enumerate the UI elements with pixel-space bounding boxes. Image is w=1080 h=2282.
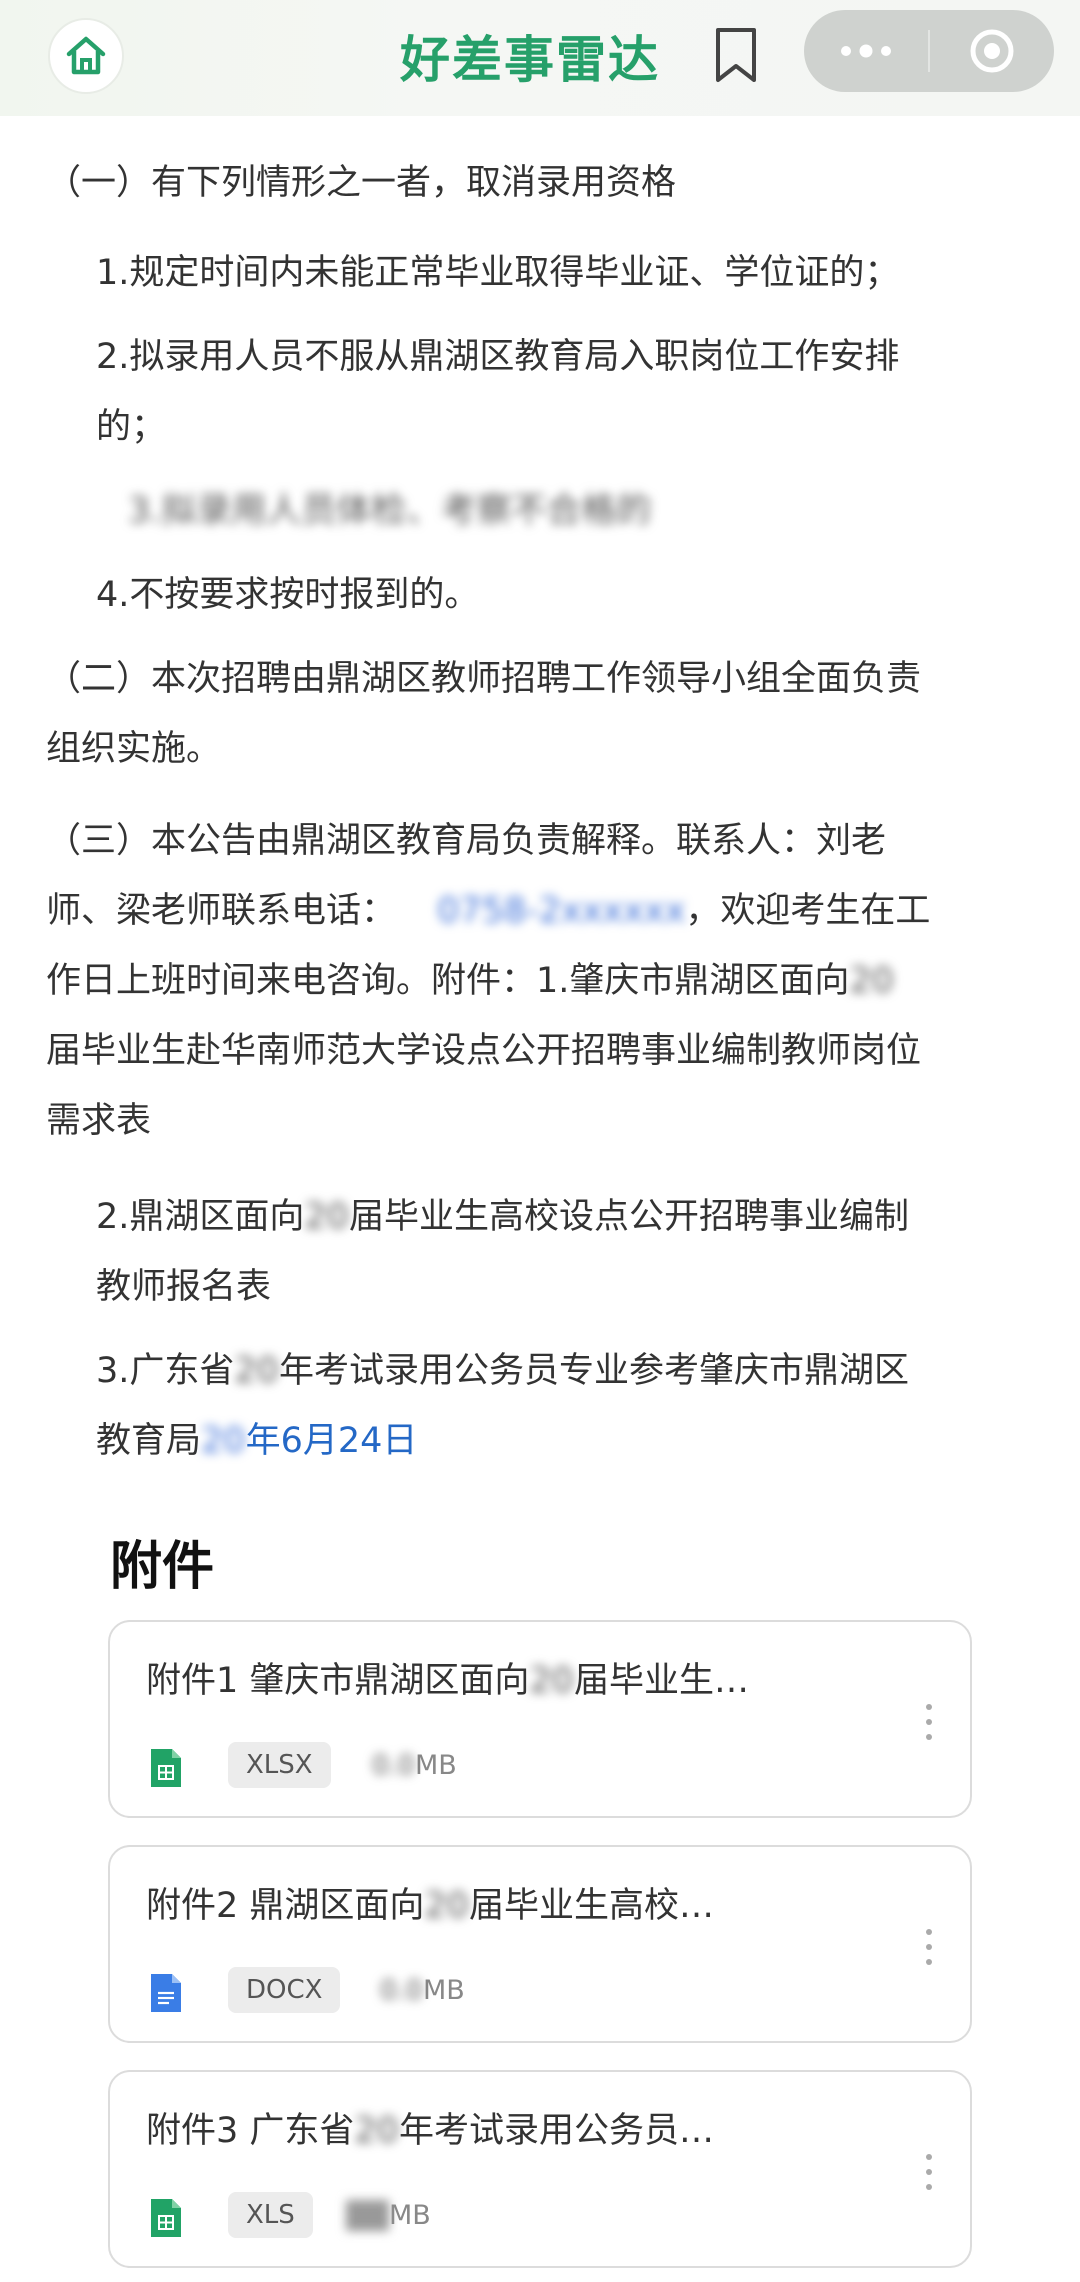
file-type-badge: XLSX [228, 1742, 331, 1788]
condition-3-redacted: 3.拟录用人员体检、考察不合格的 [128, 491, 652, 531]
home-icon [66, 36, 106, 75]
spreadsheet-file-icon [151, 1749, 181, 1787]
section-3-line3: 作日上班时间来电咨询。附件：1.肇庆市鼎湖区面向20 [46, 961, 894, 1001]
mini-program-capsule [804, 10, 1054, 92]
attachment-card[interactable]: 附件3 广东省20年考试录用公务员… XLS 0.0MB [108, 2070, 972, 2268]
section-3-line4: 届毕业生赴华南师范大学设点公开招聘事业编制教师岗位 [46, 1031, 922, 1071]
attachment-card[interactable]: 附件2 鼎湖区面向20届毕业生高校… DOCX 0.0MB [108, 1845, 972, 2043]
attachment-3-line2: 教育局20年6月24日 [96, 1421, 418, 1461]
more-vertical-icon[interactable] [924, 1702, 934, 1742]
attachments-title: 附件 [110, 1537, 215, 1597]
more-button[interactable] [804, 10, 928, 92]
attachment-name: 附件1 肇庆市鼎湖区面向20届毕业生… [146, 1661, 749, 1701]
condition-2-line1: 2.拟录用人员不服从鼎湖区教育局入职岗位工作安排 [96, 337, 900, 377]
file-type-badge: DOCX [228, 1967, 341, 2013]
condition-1: 1.规定时间内未能正常毕业取得毕业证、学位证的； [96, 253, 900, 293]
document-file-icon [151, 1974, 181, 2012]
section-1-heading: （一）有下列情形之一者，取消录用资格 [46, 163, 677, 203]
section-2-line1: （二）本次招聘由鼎湖区教师招聘工作领导小组全面负责 [46, 659, 922, 699]
contact-phone[interactable]: 0758-2xxxxxx [437, 876, 685, 946]
file-size: 0.0MB [380, 1975, 465, 2006]
spreadsheet-file-icon [151, 2199, 181, 2237]
condition-4: 4.不按要求按时报到的。 [96, 575, 480, 615]
more-vertical-icon[interactable] [924, 2152, 934, 2192]
top-bar: 好差事雷达 [0, 0, 1080, 116]
section-2-line2: 组织实施。 [46, 729, 222, 769]
attachment-name: 附件3 广东省20年考试录用公务员… [146, 2111, 714, 2151]
file-type-badge: XLS [228, 2192, 313, 2238]
condition-2-line2: 的； [96, 407, 167, 447]
section-3-line1: （三）本公告由鼎湖区教育局负责解释。联系人：刘老 [46, 821, 887, 861]
bookmark-icon[interactable] [712, 26, 760, 84]
app-title: 好差事雷达 [400, 31, 660, 89]
section-3-line5: 需求表 [46, 1101, 152, 1141]
more-dots-icon [841, 44, 891, 58]
more-vertical-icon[interactable] [924, 1927, 934, 1967]
attachment-2-line2: 教师报名表 [96, 1267, 272, 1307]
attachment-3-line1: 3.广东省20年考试录用公务员专业参考肇庆市鼎湖区 [96, 1351, 909, 1391]
file-size: 0.0MB [346, 2200, 431, 2231]
home-button[interactable] [48, 18, 124, 94]
section-3-line2: 师、梁老师联系电话： 0758-2xxxxxx，欢迎考生在工 [46, 876, 930, 946]
close-button[interactable] [930, 10, 1054, 92]
publish-date: 年6月24日 [245, 1421, 418, 1461]
file-size: 0.0MB [372, 1750, 457, 1781]
attachment-name: 附件2 鼎湖区面向20届毕业生高校… [146, 1886, 714, 1926]
attachment-card[interactable]: 附件1 肇庆市鼎湖区面向20届毕业生… XLSX 0.0MB [108, 1620, 972, 1818]
attachment-2-line1: 2.鼎湖区面向20届毕业生高校设点公开招聘事业编制 [96, 1197, 909, 1237]
target-circle-icon [970, 29, 1014, 73]
